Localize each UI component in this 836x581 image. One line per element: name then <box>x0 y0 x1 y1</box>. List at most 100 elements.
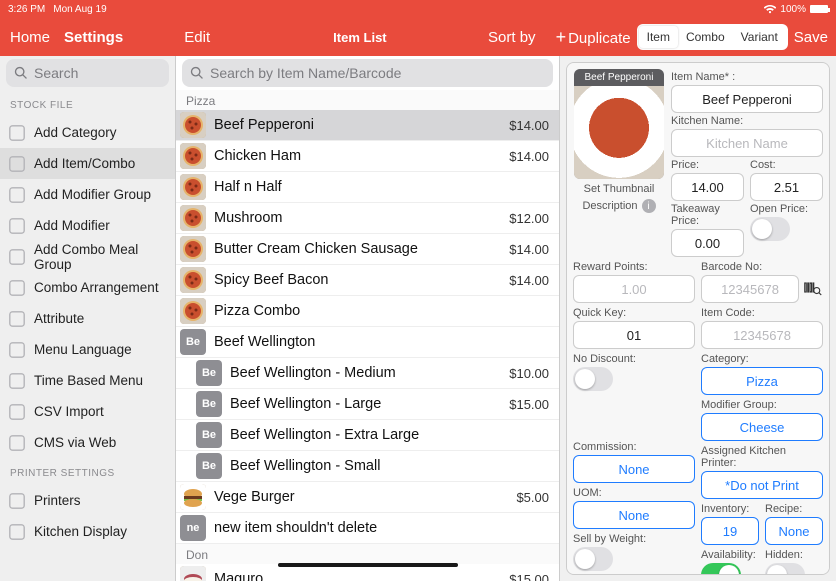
info-icon[interactable]: i <box>642 199 656 213</box>
save-button[interactable]: Save <box>794 29 828 46</box>
sidebar-item[interactable]: CSV Import <box>0 396 175 427</box>
set-thumbnail-link[interactable]: Set Thumbnail <box>584 183 655 195</box>
kitchen-name-label: Kitchen Name: <box>671 115 823 127</box>
duplicate-button[interactable]: +Duplicate <box>556 27 631 48</box>
item-thumb: Be <box>196 360 222 386</box>
list-row[interactable]: Chicken Ham$14.00 <box>176 141 559 172</box>
hidden-toggle[interactable] <box>765 563 805 575</box>
list-row[interactable]: Be Beef Wellington <box>176 327 559 358</box>
item-thumb <box>180 112 206 138</box>
seg-combo[interactable]: Combo <box>678 26 733 48</box>
list-item-label: Beef Wellington - Extra Large <box>230 427 541 443</box>
list-row[interactable]: BeBeef Wellington - Extra Large <box>176 420 559 451</box>
list-row[interactable]: BeBeef Wellington - Small <box>176 451 559 482</box>
sidebar-item[interactable]: Kitchen Display <box>0 516 175 547</box>
list-row[interactable]: Spicy Beef Bacon$14.00 <box>176 265 559 296</box>
printer-select[interactable]: *Do not Print <box>701 471 823 499</box>
inventory-label: Inventory: <box>701 503 759 515</box>
list-search[interactable]: Search by Item Name/Barcode <box>176 56 559 90</box>
kitchen-name-input[interactable]: Kitchen Name <box>671 129 823 157</box>
recipe-select[interactable]: None <box>765 517 823 545</box>
item-name-input[interactable]: Beef Pepperoni <box>671 85 823 113</box>
takeaway-input[interactable]: 0.00 <box>671 229 744 257</box>
barcode-label: Barcode No: <box>701 261 823 273</box>
item-thumb <box>180 566 206 581</box>
commission-select[interactable]: None <box>573 455 695 483</box>
sidebar-item-label: Attribute <box>34 311 84 326</box>
seg-item[interactable]: Item <box>639 26 678 48</box>
item-thumbnail[interactable]: Beef Pepperoni <box>574 69 664 179</box>
seg-variant[interactable]: Variant <box>733 26 786 48</box>
list-item-label: Mushroom <box>214 210 501 226</box>
search-icon <box>190 66 204 80</box>
barcode-input[interactable]: 12345678 <box>701 275 799 303</box>
monitor-icon <box>8 434 26 452</box>
sidebar-item[interactable]: Add Combo Meal Group <box>0 241 175 272</box>
sidebar-item[interactable]: Add Modifier Group <box>0 179 175 210</box>
list-row[interactable]: BeBeef Wellington - Large$15.00 <box>176 389 559 420</box>
list-row[interactable]: nenew item shouldn't delete <box>176 513 559 544</box>
sellweight-toggle[interactable] <box>573 547 613 571</box>
list-row[interactable]: Vege Burger$5.00 <box>176 482 559 513</box>
category-select[interactable]: Pizza <box>701 367 823 395</box>
category-label: Category: <box>701 353 823 365</box>
sidebar-item[interactable]: CMS via Web <box>0 427 175 458</box>
sidebar-item[interactable]: Add Item/Combo <box>0 148 175 179</box>
price-input[interactable]: 14.00 <box>671 173 744 201</box>
list-item-label: Maguro <box>214 571 501 581</box>
scroll-indicator[interactable] <box>278 563 458 567</box>
sidebar-item[interactable]: Time Based Menu <box>0 365 175 396</box>
uom-select[interactable]: None <box>573 501 695 529</box>
page-title: Item List <box>333 30 386 45</box>
sidebar-item[interactable]: Combo Arrangement <box>0 272 175 303</box>
wifi-icon <box>764 2 776 17</box>
globe-icon <box>8 341 26 359</box>
printer-icon <box>8 492 26 510</box>
itemcode-input[interactable]: 12345678 <box>701 321 823 349</box>
sidebar-item[interactable]: Printers <box>0 485 175 516</box>
cost-input[interactable]: 2.51 <box>750 173 823 201</box>
list-row[interactable]: Beef Pepperoni$14.00 <box>176 110 559 141</box>
reward-input[interactable]: 1.00 <box>573 275 695 303</box>
availability-label: Availability: <box>701 549 759 561</box>
list-item-price: $12.00 <box>509 211 549 226</box>
item-thumb <box>180 267 206 293</box>
list-row[interactable]: Pizza Combo <box>176 296 559 327</box>
sidebar: Search STOCK FILE Add CategoryAdd Item/C… <box>0 56 176 581</box>
tag-icon <box>8 310 26 328</box>
sidebar-search[interactable]: Search <box>0 56 175 90</box>
type-segment[interactable]: Item Combo Variant <box>637 24 788 50</box>
home-link[interactable]: Home <box>10 29 50 46</box>
availability-toggle[interactable] <box>701 563 741 575</box>
settings-link[interactable]: Settings <box>64 29 123 46</box>
list-item-price: $15.00 <box>509 572 549 581</box>
nodiscount-toggle[interactable] <box>573 367 613 391</box>
sort-button[interactable]: Sort by <box>488 29 536 46</box>
list-row[interactable]: Mushroom $12.00 <box>176 203 559 234</box>
list-item-label: Beef Wellington - Medium <box>230 365 501 381</box>
sidebar-item[interactable]: Menu Language <box>0 334 175 365</box>
list-item-label: Half n Half <box>214 179 541 195</box>
list-row[interactable]: BeBeef Wellington - Medium$10.00 <box>176 358 559 389</box>
sidebar-item[interactable]: Add Category <box>0 117 175 148</box>
barcode-scan-icon[interactable] <box>803 275 823 303</box>
item-thumb: Be <box>180 329 206 355</box>
modgroup-select[interactable]: Cheese <box>701 413 823 441</box>
battery-icon <box>810 5 828 13</box>
inventory-select[interactable]: 19 <box>701 517 759 545</box>
list-item-label: Beef Wellington <box>214 334 541 350</box>
status-time: 3:26 PM <box>8 4 45 15</box>
sidebar-item-label: Printers <box>34 493 81 508</box>
thumb-caption: Beef Pepperoni <box>574 69 664 86</box>
list-item-label: Vege Burger <box>214 489 508 505</box>
list-row[interactable]: Half n Half <box>176 172 559 203</box>
edit-button[interactable]: Edit <box>184 29 210 46</box>
sidebar-item[interactable]: Attribute <box>0 303 175 334</box>
quickkey-input[interactable]: 01 <box>573 321 695 349</box>
openprice-toggle[interactable] <box>750 217 790 241</box>
recipe-label: Recipe: <box>765 503 823 515</box>
sidebar-item-label: Kitchen Display <box>34 524 127 539</box>
clock-icon <box>8 372 26 390</box>
list-row[interactable]: Butter Cream Chicken Sausage$14.00 <box>176 234 559 265</box>
sidebar-item[interactable]: Add Modifier <box>0 210 175 241</box>
